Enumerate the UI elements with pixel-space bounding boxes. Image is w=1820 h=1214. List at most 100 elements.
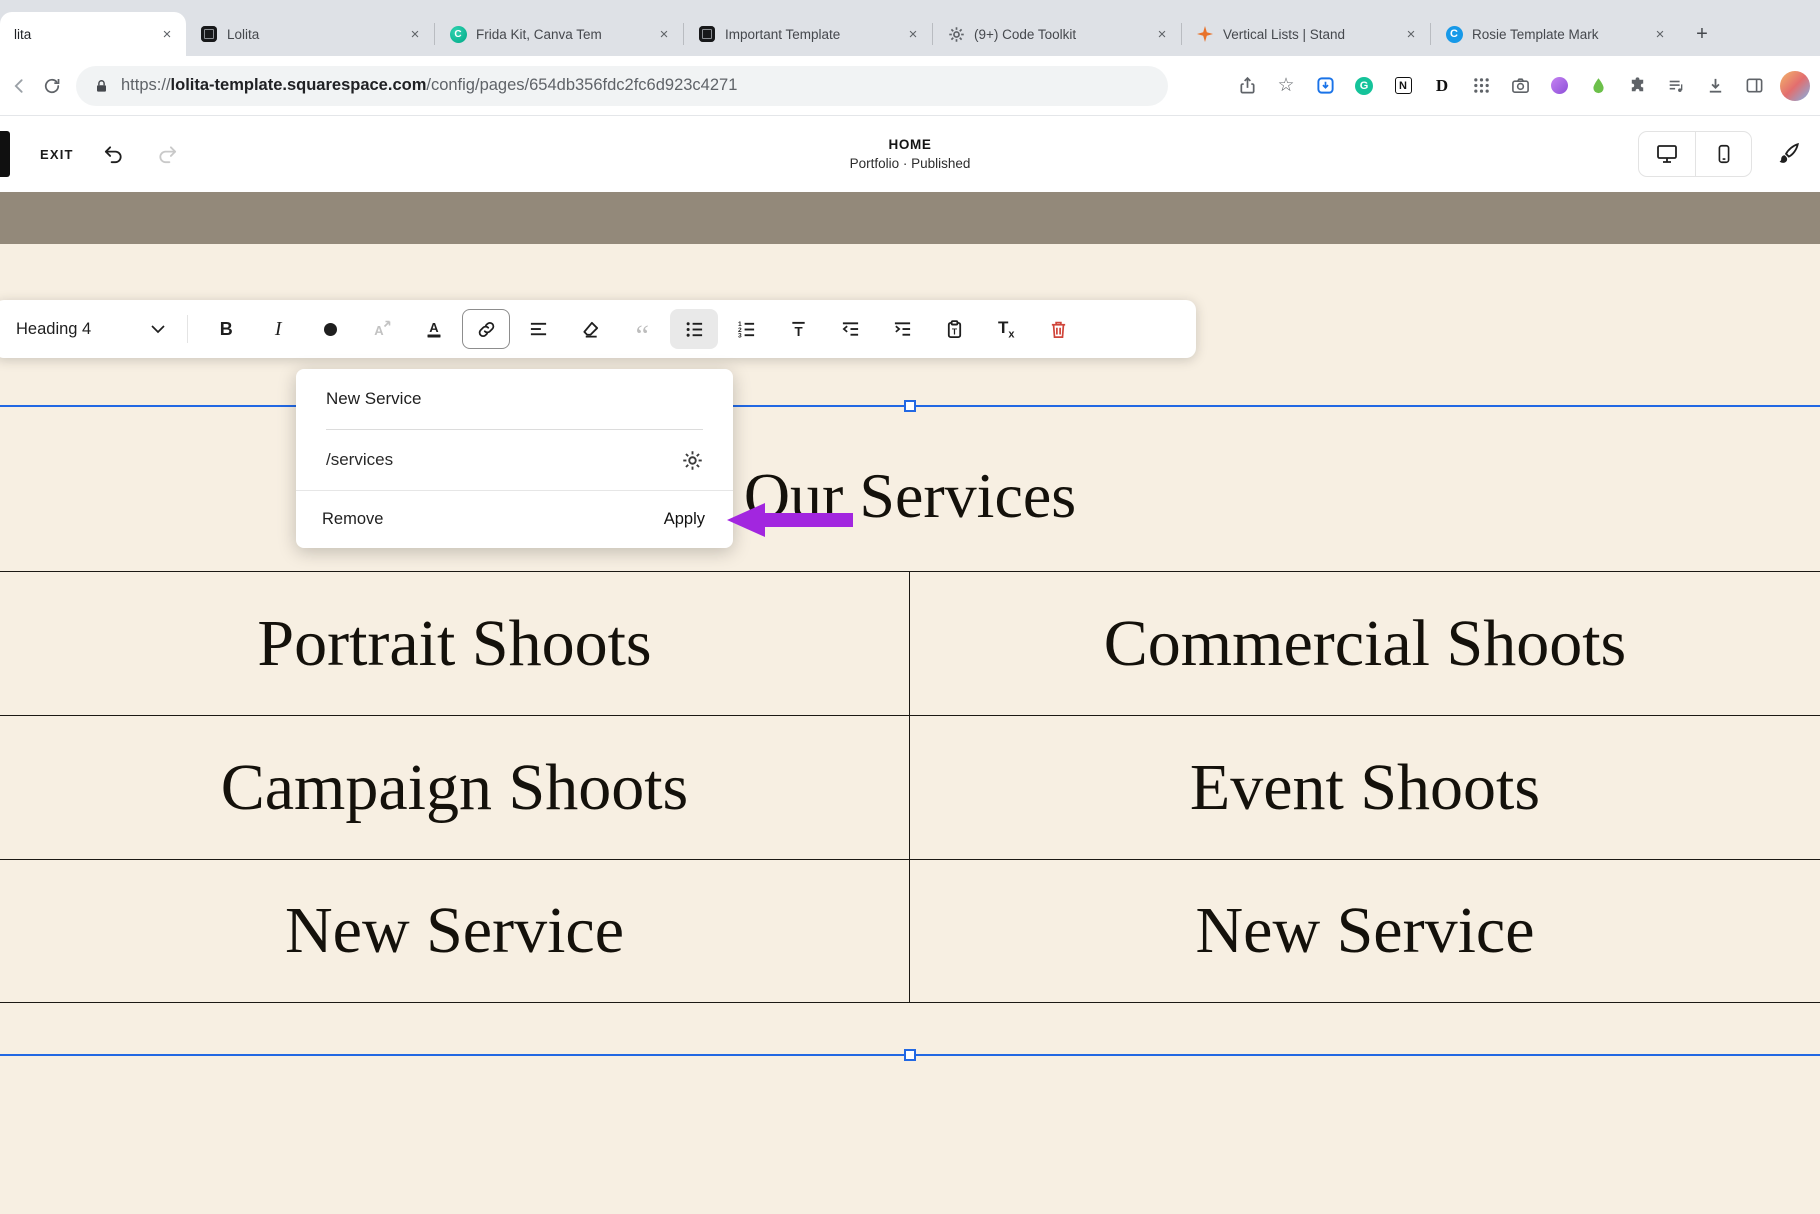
- chevron-down-icon: [151, 324, 165, 333]
- tab-title: Rosie Template Mark: [1472, 26, 1599, 42]
- table-cell[interactable]: New Service: [910, 859, 1820, 1003]
- svg-text:T: T: [794, 324, 802, 339]
- url-bar[interactable]: https://lolita-template.squarespace.com/…: [76, 65, 1168, 106]
- svg-text:3: 3: [738, 332, 742, 338]
- canva-favicon-icon: C: [449, 25, 467, 43]
- table-cell[interactable]: Campaign Shoots: [0, 715, 910, 859]
- font-size-button[interactable]: A: [358, 309, 406, 349]
- gear-favicon-icon: [947, 25, 965, 43]
- redo-icon[interactable]: [154, 140, 182, 168]
- tab-close-icon[interactable]: ×: [406, 25, 424, 43]
- table-cell[interactable]: Commercial Shoots: [910, 571, 1820, 715]
- notion-icon[interactable]: N: [1386, 70, 1420, 102]
- tab-rosie-template[interactable]: C Rosie Template Mark ×: [1431, 12, 1679, 56]
- d-extension-icon[interactable]: D: [1425, 70, 1459, 102]
- outdent-button[interactable]: [826, 309, 874, 349]
- exit-button[interactable]: EXIT: [40, 147, 74, 162]
- tab-lolita[interactable]: Lolita ×: [186, 12, 434, 56]
- tab-close-icon[interactable]: ×: [1153, 25, 1171, 43]
- menu-fragment: [0, 131, 10, 177]
- remove-link-button[interactable]: Remove: [322, 510, 383, 529]
- link-url-input[interactable]: [326, 450, 682, 470]
- tab-frida-kit[interactable]: C Frida Kit, Canva Tem ×: [435, 12, 683, 56]
- browser-address-bar: https://lolita-template.squarespace.com/…: [0, 56, 1820, 116]
- apps-grid-icon[interactable]: [1464, 70, 1498, 102]
- site-styles-brush-icon[interactable]: [1774, 140, 1802, 168]
- tab-title: Vertical Lists | Stand: [1223, 26, 1346, 42]
- purple-extension-icon[interactable]: [1542, 70, 1576, 102]
- tab-title: (9+) Code Toolkit: [974, 26, 1077, 42]
- page-status: Portfolio · Published: [849, 156, 971, 171]
- droplet-icon[interactable]: [1581, 70, 1615, 102]
- tab-close-icon[interactable]: ×: [1402, 25, 1420, 43]
- browser-action-icons: ☆ G N D: [1230, 70, 1810, 102]
- section-resize-handle[interactable]: [904, 1049, 916, 1061]
- apply-link-button[interactable]: Apply: [664, 510, 705, 529]
- table-cell[interactable]: Portrait Shoots: [0, 571, 910, 715]
- clear-highlight-button[interactable]: [566, 309, 614, 349]
- link-settings-gear-icon[interactable]: [682, 450, 703, 471]
- downloads-icon[interactable]: [1698, 70, 1732, 102]
- back-icon[interactable]: [4, 70, 36, 102]
- tab-close-icon[interactable]: ×: [655, 25, 673, 43]
- bold-button[interactable]: B: [202, 309, 250, 349]
- align-button[interactable]: [514, 309, 562, 349]
- reload-icon[interactable]: [36, 70, 68, 102]
- clear-formatting-button[interactable]: Tx: [982, 309, 1030, 349]
- sidebar-panel-icon[interactable]: [1737, 70, 1771, 102]
- link-button[interactable]: [462, 309, 511, 349]
- strikethrough-button[interactable]: T: [774, 309, 822, 349]
- tab-close-icon[interactable]: ×: [158, 25, 176, 43]
- section-heading[interactable]: Our Services: [0, 448, 1820, 544]
- table-cell[interactable]: New Service: [0, 859, 910, 1003]
- tab-title: Lolita: [227, 26, 260, 42]
- numbered-list-button[interactable]: 123: [722, 309, 770, 349]
- page-url: https://lolita-template.squarespace.com/…: [121, 76, 738, 94]
- tab-vertical-lists[interactable]: Vertical Lists | Stand ×: [1182, 12, 1430, 56]
- profile-avatar[interactable]: [1780, 70, 1810, 101]
- bookmark-star-icon[interactable]: ☆: [1269, 70, 1303, 102]
- text-formatting-toolbar: Heading 4 B I A A “ 123 T T Tx: [0, 300, 1196, 358]
- mobile-preview-icon[interactable]: [1695, 132, 1751, 176]
- tab-close-icon[interactable]: ×: [1651, 25, 1669, 43]
- hero-image-fragment: [0, 192, 1820, 244]
- text-color-button[interactable]: [306, 309, 354, 349]
- camera-icon[interactable]: [1503, 70, 1537, 102]
- blockquote-button[interactable]: “: [618, 309, 666, 351]
- bulleted-list-button[interactable]: [670, 309, 719, 349]
- install-extension-icon[interactable]: [1308, 70, 1342, 102]
- playlist-icon[interactable]: [1659, 70, 1693, 102]
- table-cell[interactable]: Event Shoots: [910, 715, 1820, 859]
- share-icon[interactable]: [1230, 70, 1264, 102]
- delete-block-button[interactable]: [1034, 309, 1082, 349]
- new-tab-button[interactable]: +: [1687, 19, 1717, 49]
- editor-header: EXIT HOME Portfolio · Published: [0, 116, 1820, 192]
- tab-important-template[interactable]: Important Template ×: [684, 12, 932, 56]
- desktop-preview-icon[interactable]: [1639, 132, 1695, 176]
- section-resize-handle[interactable]: [904, 400, 916, 412]
- outdent-icon: [842, 321, 858, 336]
- tab-code-toolkit[interactable]: (9+) Code Toolkit ×: [933, 12, 1181, 56]
- link-editor-popover: Remove Apply: [296, 369, 733, 548]
- lock-icon[interactable]: [94, 78, 109, 94]
- tab-title: lita: [14, 26, 32, 42]
- tab-title: Frida Kit, Canva Tem: [476, 26, 602, 42]
- puzzle-extensions-icon[interactable]: [1620, 70, 1654, 102]
- page-title: HOME: [888, 137, 932, 152]
- text-style-dropdown[interactable]: Heading 4: [16, 320, 175, 339]
- highlight-color-button[interactable]: A: [410, 309, 458, 349]
- paste-as-text-button[interactable]: T: [930, 309, 978, 349]
- tab-lolita-editor[interactable]: lita ×: [0, 12, 186, 56]
- template-favicon-icon: [698, 25, 716, 43]
- grammarly-icon[interactable]: G: [1347, 70, 1381, 102]
- toolbar-divider: [187, 315, 189, 343]
- tab-close-icon[interactable]: ×: [904, 25, 922, 43]
- eraser-icon: [583, 321, 598, 338]
- undo-icon[interactable]: [100, 140, 128, 168]
- link-text-input[interactable]: [326, 389, 703, 409]
- indent-button[interactable]: [878, 309, 926, 349]
- device-preview-toggle: [1638, 131, 1752, 177]
- italic-button[interactable]: I: [254, 309, 302, 349]
- link-url-row: [296, 430, 733, 491]
- tab-title: Important Template: [725, 26, 841, 42]
